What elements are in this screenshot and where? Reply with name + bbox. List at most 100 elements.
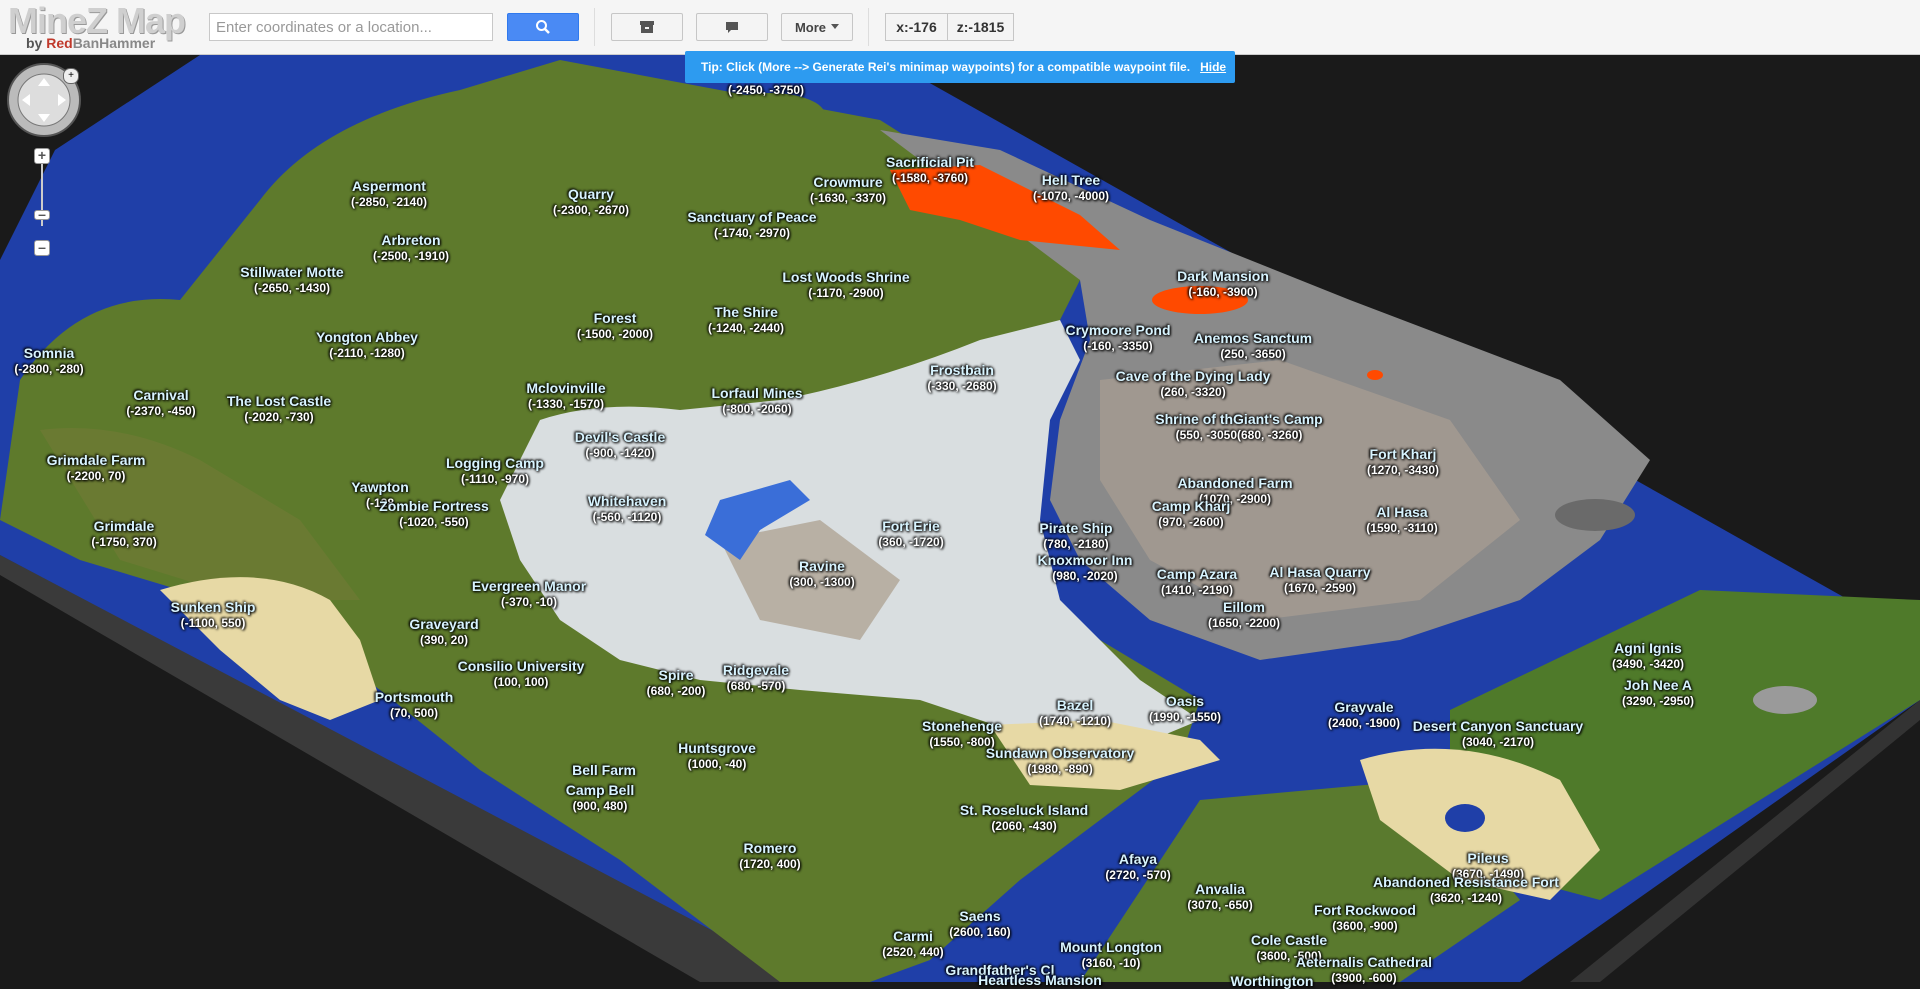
map-location-label[interactable]: Devil's Castle (-900, -1420) [575, 429, 666, 461]
map-location-label[interactable]: Spire (680, -200) [647, 667, 706, 699]
map-location-label[interactable]: Evergreen Manor (-370, -10) [472, 578, 586, 610]
map-location-label[interactable]: Forest (-1500, -2000) [577, 310, 653, 342]
location-coordinates: (1270, -3430) [1366, 463, 1440, 477]
map-location-label[interactable]: Al Hasa Quarry (1670, -2590) [1269, 564, 1370, 596]
map-location-label[interactable]: Oasis (1990, -1550) [1149, 693, 1221, 725]
zoom-slider-handle[interactable]: – [34, 207, 50, 221]
map-location-label[interactable]: Romero (1720, 400) [739, 840, 800, 872]
map-location-label[interactable]: Yongton Abbey (-2110, -1280) [316, 329, 418, 361]
map-location-label[interactable]: Grayvale (2400, -1900) [1328, 699, 1400, 731]
map-location-label[interactable]: Sunken Ship (-1100, 550) [171, 599, 256, 631]
location-coordinates: (-2450, -3750) [727, 83, 805, 97]
map-location-label[interactable]: Saens (2600, 160) [949, 908, 1010, 940]
map-location-label[interactable]: Stillwater Motte (-2650, -1430) [240, 264, 343, 296]
map-location-label[interactable]: Quarry (-2300, -2670) [553, 186, 629, 218]
location-name: Camp Kharj [1151, 498, 1231, 514]
map-location-label[interactable]: Bazel (1740, -1210) [1039, 697, 1111, 729]
map-location-label[interactable]: Anvalia (3070, -650) [1187, 881, 1252, 913]
location-coordinates: (1980, -890) [1027, 762, 1093, 776]
location-coordinates: (780, -2180) [1043, 537, 1109, 551]
map-location-label[interactable]: Pirate Ship (780, -2180) [1039, 520, 1112, 552]
map-location-label[interactable]: Fort Erie (360, -1720) [878, 518, 943, 550]
map-location-label[interactable]: Fort Kharj (1270, -3430) [1367, 446, 1439, 478]
zoom-out-button[interactable]: – [34, 240, 50, 256]
map-location-label[interactable]: Heartless Mansion [978, 972, 1102, 988]
map-location-label[interactable]: Grimdale Farm (-2200, 70) [47, 452, 146, 484]
map-location-label[interactable]: Sundawn Observatory (1980, -890) [986, 745, 1135, 777]
map-location-label[interactable]: Joh Nee A (3290, -2950) [1622, 677, 1694, 709]
map-location-label[interactable]: Crowmure (-1630, -3370) [810, 174, 886, 206]
map-location-label[interactable]: The Shire (-1240, -2440) [708, 304, 784, 336]
map-location-label[interactable]: Al Hasa (1590, -3110) [1366, 504, 1437, 536]
map-location-label[interactable]: Camp Bell (900, 480) [566, 782, 634, 814]
location-name: Devil's Castle [574, 429, 666, 445]
toolbar-divider [868, 8, 869, 46]
location-coordinates: (550, -3050(680, -3260) [1175, 428, 1303, 442]
map-location-label[interactable]: Aspermont (-2850, -2140) [351, 178, 427, 210]
location-coordinates: (1590, -3110) [1366, 521, 1438, 535]
map-location-label[interactable]: Graveyard (390, 20) [409, 616, 478, 648]
location-name: Aeternalis Cathedral [1295, 954, 1433, 970]
map-location-label[interactable]: Knoxmoor Inn (980, -2020) [1038, 552, 1133, 584]
map-location-label[interactable]: Consilio University (100, 100) [458, 658, 585, 690]
map-location-label[interactable]: Shrine of thGiant's Camp (550, -3050(680,… [1155, 411, 1322, 443]
map-location-label[interactable]: Carnival (-2370, -450) [126, 387, 195, 419]
search-button[interactable] [507, 13, 579, 41]
map-location-label[interactable]: Camp Kharj (970, -2600) [1152, 498, 1231, 530]
map-location-label[interactable]: Dark Mansion (-160, -3900) [1177, 268, 1269, 300]
map-location-label[interactable]: Sanctuary of Peace (-1740, -2970) [687, 209, 816, 241]
map-location-label[interactable]: St. Roseluck Island (2060, -430) [960, 802, 1088, 834]
map-location-label[interactable]: Agni Ignis (3490, -3420) [1612, 640, 1684, 672]
map-location-label[interactable]: Sacrificial Pit (-1580, -3760) [886, 154, 974, 186]
search-input[interactable] [209, 13, 493, 41]
map-location-label[interactable]: Carmi (2520, 440) [882, 928, 943, 960]
z-coordinate-readout: z:-1815 [948, 13, 1014, 41]
map-location-label[interactable]: Lorfaul Mines (-800, -2060) [711, 385, 802, 417]
map-location-label[interactable]: Desert Canyon Sanctuary (3040, -2170) [1413, 718, 1583, 750]
location-coordinates: (680, -200) [646, 684, 706, 698]
map-location-label[interactable]: Somnia (-2800, -280) [14, 345, 83, 377]
map-location-label[interactable]: Grimdale (-1750, 370) [91, 518, 156, 550]
map-location-label[interactable]: Arbreton (-2500, -1910) [373, 232, 449, 264]
map-location-label[interactable]: Anemos Sanctum (250, -3650) [1194, 330, 1312, 362]
map-location-label[interactable]: Hell Tree (-1070, -4000) [1033, 172, 1109, 204]
map-location-label[interactable]: Zombie Fortress (-1020, -550) [379, 498, 489, 530]
map-location-label[interactable]: Worthington [1231, 973, 1314, 989]
zoom-in-button[interactable]: + [34, 148, 50, 164]
save-button[interactable] [611, 13, 683, 41]
map-location-label[interactable]: Ravine (300, -1300) [789, 558, 854, 590]
location-coordinates: (1740, -1210) [1038, 714, 1112, 728]
map-location-label[interactable]: Cave of the Dying Lady (260, -3320) [1116, 368, 1271, 400]
hide-tip-link[interactable]: Hide [1200, 60, 1226, 74]
map-location-label[interactable]: Ridgevale (680, -570) [723, 662, 789, 694]
map-canvas[interactable] [0, 55, 1920, 982]
map-location-label[interactable]: Whitehaven (-560, -1120) [588, 493, 667, 525]
map-location-label[interactable]: Eillom (1650, -2200) [1208, 599, 1280, 631]
location-coordinates: (-2110, -1280) [329, 346, 405, 360]
map-location-label[interactable]: (-2450, -3750) [728, 82, 804, 98]
map-location-label[interactable]: Mclovinville (-1330, -1570) [526, 380, 605, 412]
location-name: Zombie Fortress [379, 498, 489, 514]
map-location-label[interactable]: Aeternalis Cathedral (3900, -600) [1296, 954, 1432, 986]
map-location-label[interactable]: Bell Farm [572, 762, 636, 778]
map-location-label[interactable]: Crymoore Pond (-160, -3350) [1065, 322, 1170, 354]
map-location-label[interactable]: Fort Rockwood (3600, -900) [1314, 902, 1416, 934]
location-name: Afaya [1118, 851, 1158, 867]
map-location-label[interactable]: Afaya (2720, -570) [1105, 851, 1170, 883]
app-byline: by RedBanHammer [26, 35, 156, 51]
map-location-label[interactable]: Portsmouth (70, 500) [375, 689, 454, 721]
feedback-button[interactable] [696, 13, 768, 41]
map-location-label[interactable]: The Lost Castle (-2020, -730) [227, 393, 331, 425]
map-location-label[interactable]: Mount Longton (3160, -10) [1060, 939, 1162, 971]
location-name: Desert Canyon Sanctuary [1412, 718, 1584, 734]
map-location-label[interactable]: Camp Azara (1410, -2190) [1157, 566, 1237, 598]
location-coordinates: (1670, -2590) [1283, 581, 1357, 595]
rotate-icon[interactable]: + [63, 68, 79, 84]
location-coordinates: (-1020, -550) [399, 515, 469, 529]
location-coordinates: (-1110, -970) [460, 472, 530, 486]
more-menu-button[interactable]: More [781, 13, 853, 41]
map-location-label[interactable]: Huntsgrove (1000, -40) [678, 740, 756, 772]
map-location-label[interactable]: Lost Woods Shrine (-1170, -2900) [782, 269, 909, 301]
map-location-label[interactable]: Logging Camp (-1110, -970) [446, 455, 544, 487]
map-location-label[interactable]: Frostbain (-330, -2680) [927, 362, 996, 394]
